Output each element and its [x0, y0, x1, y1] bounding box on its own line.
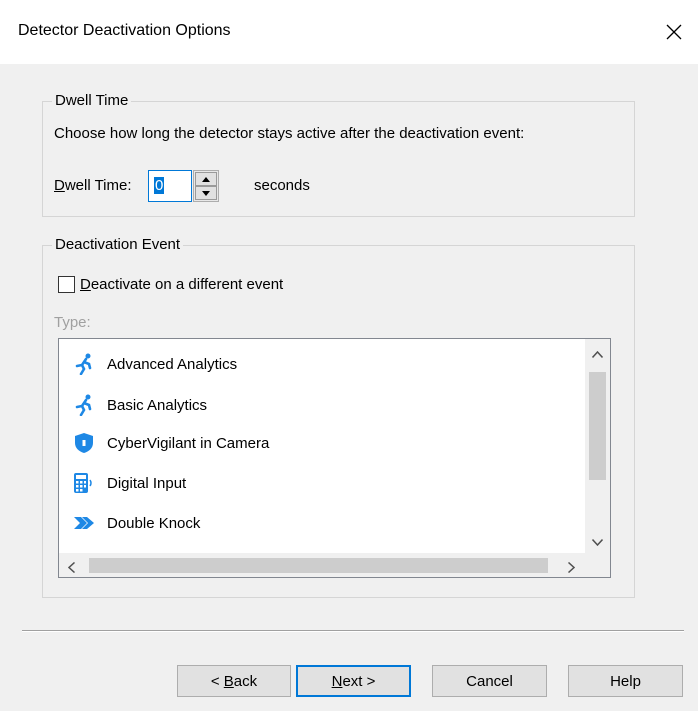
list-item[interactable]: Double Knock [73, 509, 200, 537]
vertical-scrollbar[interactable] [585, 339, 610, 553]
dwell-time-unit: seconds [254, 177, 310, 194]
dwell-time-group-label: Dwell Time [52, 92, 132, 109]
running-person-icon [73, 353, 95, 375]
caret-down-icon [202, 190, 210, 196]
digital-input-icon [73, 472, 95, 494]
deactivate-different-event-checkbox[interactable] [58, 276, 75, 293]
dwell-time-input[interactable]: 0 [148, 170, 192, 202]
footer-separator [22, 630, 684, 631]
scroll-right-icon[interactable] [567, 560, 576, 576]
list-item-label: Basic Analytics [107, 396, 208, 414]
decrement-button[interactable] [195, 186, 217, 200]
list-item-label: Advanced Analytics [107, 355, 238, 373]
shield-icon [73, 432, 95, 454]
dialog-title: Detector Deactivation Options [18, 22, 231, 39]
next-button[interactable]: Next > [296, 665, 411, 697]
back-button[interactable]: < Back [177, 665, 291, 697]
list-item-label: Double Knock [107, 514, 201, 532]
list-item[interactable]: CyberVigilant in Camera [73, 429, 269, 457]
deactivate-different-event-label[interactable]: Deactivate on a different event [80, 276, 283, 293]
horizontal-scrollbar[interactable] [59, 553, 610, 577]
increment-button[interactable] [195, 172, 217, 186]
list-item[interactable]: Digital Input [73, 469, 186, 497]
type-label: Type: [54, 314, 91, 331]
list-item-label: Digital Input [107, 474, 187, 492]
close-icon [666, 24, 682, 40]
caret-up-icon [202, 176, 210, 182]
scroll-down-icon[interactable] [591, 533, 604, 549]
dwell-time-label: Dwell Time: [54, 177, 132, 194]
scroll-up-icon[interactable] [591, 345, 604, 361]
help-button[interactable]: Help [568, 665, 683, 697]
dwell-time-stepper [193, 170, 219, 202]
cancel-button[interactable]: Cancel [432, 665, 547, 697]
scroll-left-icon[interactable] [67, 560, 76, 576]
list-item[interactable]: Advanced Analytics [73, 350, 237, 378]
double-arrow-icon [73, 512, 95, 534]
dwell-time-value: 0 [154, 177, 165, 194]
dwell-time-description: Choose how long the detector stays activ… [54, 125, 525, 142]
deactivation-event-group-label: Deactivation Event [52, 236, 184, 253]
close-button[interactable] [656, 14, 692, 50]
title-bar: Detector Deactivation Options [0, 0, 698, 64]
event-type-list[interactable]: Advanced Analytics Basic Analytics Cyber… [58, 338, 611, 578]
list-item-label: CyberVigilant in Camera [107, 434, 270, 452]
vertical-scroll-thumb[interactable] [589, 372, 606, 480]
list-item[interactable]: Basic Analytics [73, 391, 207, 419]
running-person-icon [73, 394, 95, 416]
dwell-time-group [42, 101, 635, 217]
horizontal-scroll-thumb[interactable] [89, 558, 548, 573]
